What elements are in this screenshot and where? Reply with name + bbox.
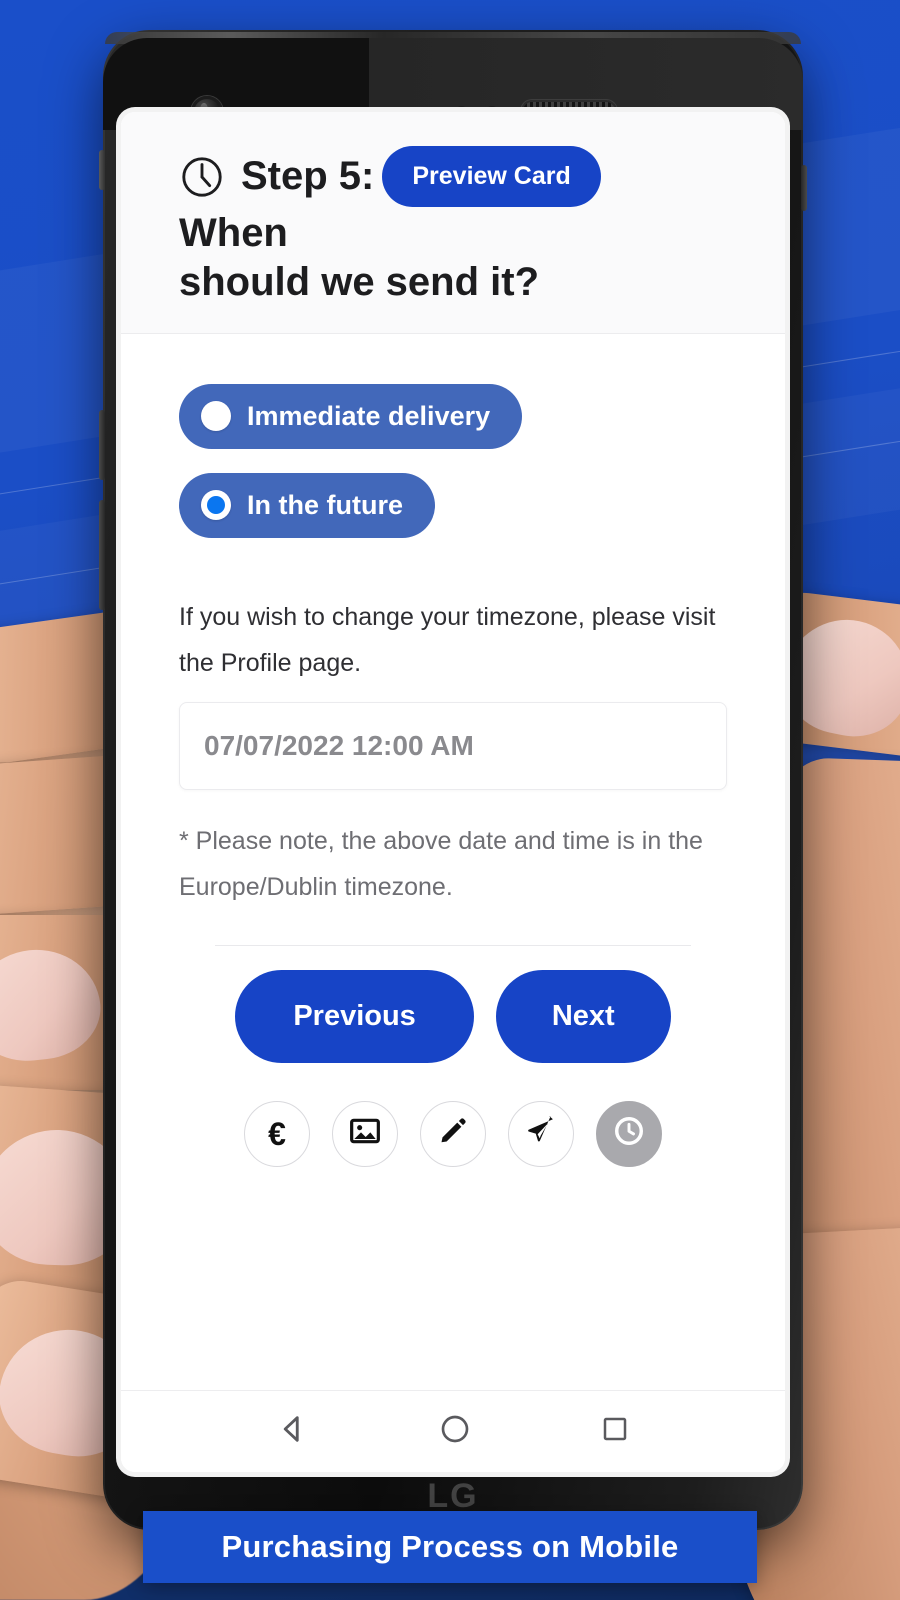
android-navigation-bar <box>121 1390 785 1472</box>
pencil-icon <box>438 1116 468 1151</box>
volume-up-button[interactable] <box>99 410 105 480</box>
step-schedule-icon-button[interactable] <box>596 1100 662 1167</box>
step-image-icon-button[interactable] <box>332 1100 398 1167</box>
next-button[interactable]: Next <box>495 969 671 1063</box>
page-title-line-3: should we send it? <box>179 259 540 304</box>
datetime-input[interactable] <box>179 702 727 791</box>
timezone-note: * Please note, the above date and time i… <box>179 827 703 902</box>
card-header: Step 5: Preview Card When should we send… <box>121 112 785 334</box>
card-body: Immediate delivery In the future If you … <box>121 334 785 1390</box>
page-title: Step 5: Preview Card When should we send… <box>121 146 785 305</box>
radio-icon-immediate[interactable] <box>201 401 231 432</box>
option-label: Immediate delivery <box>247 400 491 431</box>
recents-icon[interactable] <box>600 1414 630 1449</box>
wizard-nav: Previous Next <box>179 946 727 1063</box>
app-container: Step 5: Preview Card When should we send… <box>121 112 785 1472</box>
page-title-line-2: When <box>179 211 288 255</box>
step-send-icon-button[interactable] <box>508 1100 574 1167</box>
radio-icon-future[interactable] <box>201 490 231 521</box>
preview-card-button[interactable]: Preview Card <box>382 146 601 207</box>
home-icon[interactable] <box>439 1413 471 1450</box>
step-pencil-icon-button[interactable] <box>420 1100 486 1167</box>
option-immediate-delivery[interactable]: Immediate delivery <box>179 383 523 449</box>
phone-side-button[interactable] <box>99 150 105 190</box>
clock-icon <box>179 154 225 200</box>
previous-button[interactable]: Previous <box>235 969 474 1063</box>
phone-screen: Step 5: Preview Card When should we send… <box>121 112 785 1472</box>
option-label: In the future <box>247 489 403 520</box>
paper-plane-icon <box>526 1115 556 1151</box>
step-euro-icon-button[interactable]: € <box>244 1100 310 1167</box>
timezone-hint: If you wish to change your timezone, ple… <box>179 602 716 677</box>
phone-device: LG Step 5: Preview Card When should we s… <box>99 30 807 1530</box>
step-indicator: € <box>179 1063 727 1195</box>
caption-banner: Purchasing Process on Mobile <box>143 1511 757 1583</box>
power-button[interactable] <box>801 165 807 211</box>
image-icon <box>349 1115 381 1152</box>
euro-icon: € <box>268 1115 286 1152</box>
clock-icon <box>613 1115 645 1152</box>
back-icon[interactable] <box>276 1412 310 1451</box>
step-label: Step 5: <box>241 154 375 199</box>
backdrop: LG Step 5: Preview Card When should we s… <box>0 0 900 1600</box>
volume-down-button[interactable] <box>99 500 105 610</box>
option-in-the-future[interactable]: In the future <box>179 472 435 538</box>
